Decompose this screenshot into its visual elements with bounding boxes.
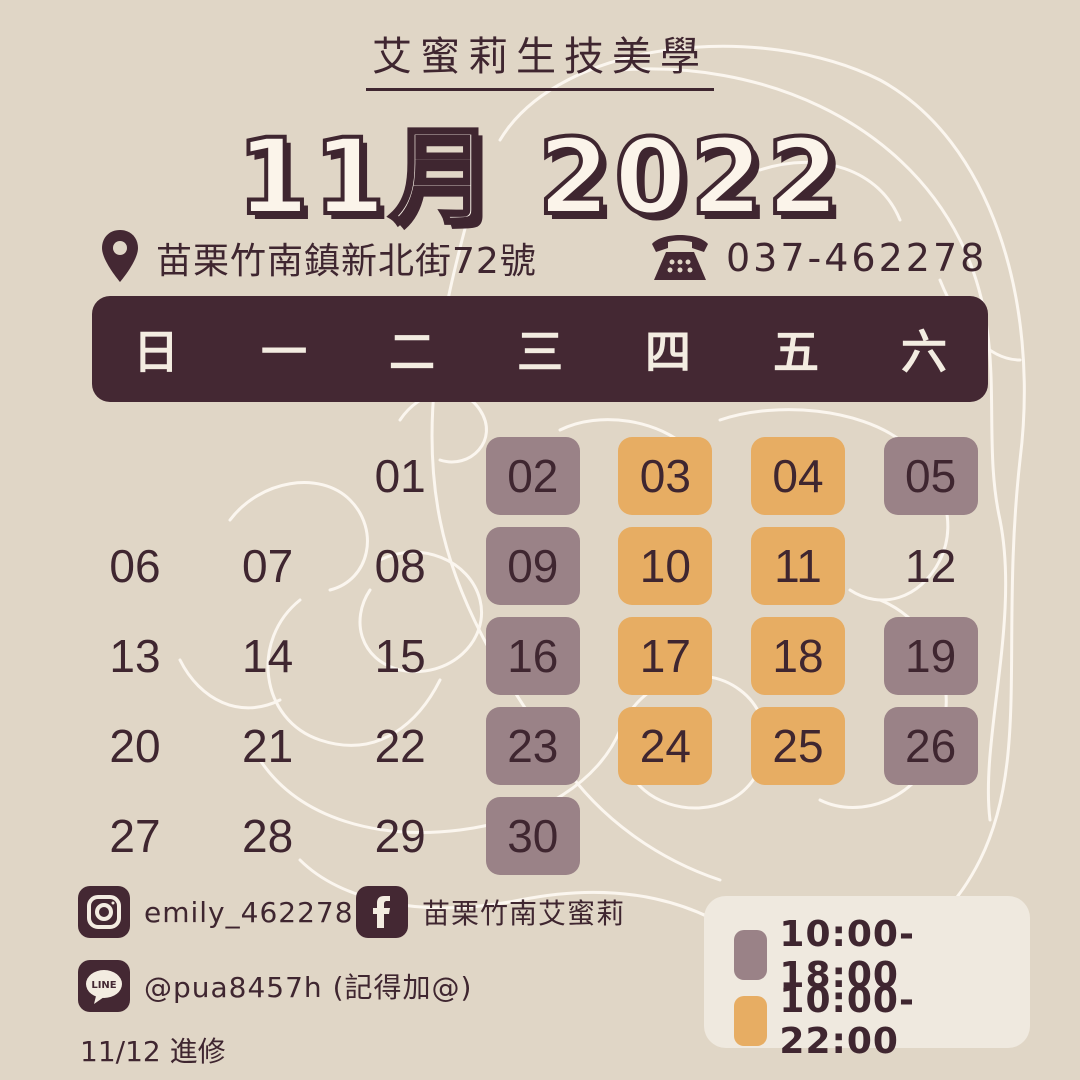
weekday-sat: 六 [901, 325, 947, 379]
instagram-icon [78, 886, 130, 938]
calendar-day-30: 30 [485, 797, 580, 875]
weekday-fri: 五 [773, 325, 819, 379]
calendar-day-08: 08 [374, 540, 426, 592]
brand-text: 艾蜜莉生技美學 [366, 24, 714, 91]
facebook-row[interactable]: 苗栗竹南艾蜜莉 [356, 886, 625, 938]
instagram-row[interactable]: emily_462278 [78, 886, 354, 938]
telephone-icon [648, 228, 712, 288]
calendar-day-02: 02 [485, 437, 580, 515]
calendar-day-19: 19 [883, 617, 978, 695]
weekday-thu: 四 [645, 325, 691, 379]
legend-swatch-day [734, 930, 768, 980]
address-text: 苗栗竹南鎮新北街72號 [156, 241, 537, 282]
legend-swatch-evening [734, 996, 768, 1046]
calendar-day-03: 03 [618, 437, 713, 515]
calendar-day-17: 17 [618, 617, 713, 695]
calendar-day-16: 16 [485, 617, 580, 695]
calendar-day-12: 12 [905, 540, 957, 592]
hours-legend: 10:00-18:00 10:00-22:00 [704, 896, 1030, 1062]
calendar-day-29: 29 [374, 810, 426, 862]
facebook-page-name: 苗栗竹南艾蜜莉 [422, 897, 626, 930]
phone-number[interactable]: 037-462278 [726, 236, 987, 280]
calendar-day-10: 10 [618, 527, 713, 605]
instagram-handle: emily_462278 [144, 895, 354, 929]
facebook-icon [356, 886, 408, 938]
line-badge-text: LINE [91, 980, 116, 991]
calendar-day-25: 25 [751, 707, 845, 785]
weekday-header: 日 一 二 三 四 五 六 [92, 296, 988, 402]
brand-name: 艾蜜莉生技美學 [0, 24, 1080, 91]
calendar-day-24: 24 [618, 707, 713, 785]
address-row: 苗栗竹南鎮新北街72號 [100, 228, 537, 288]
calendar-day-01: 01 [374, 450, 426, 502]
calendar-day-20: 20 [109, 720, 161, 772]
phone-row: 037-462278 [648, 228, 987, 288]
calendar-day-07: 07 [242, 540, 294, 592]
calendar-day-04: 04 [751, 437, 845, 515]
calendar-day-21: 21 [242, 720, 294, 772]
line-icon: LINE [78, 960, 130, 1012]
calendar-day-13: 13 [109, 630, 161, 682]
legend-evening-hours: 10:00-22:00 [779, 980, 915, 1062]
month-title: 11月 2022 [235, 114, 844, 240]
line-id: @pua8457h (記得加@) [144, 971, 473, 1004]
calendar-day-09: 09 [485, 527, 580, 605]
calendar-day-15: 15 [374, 630, 426, 682]
weekday-tue: 二 [389, 325, 435, 379]
calendar-day-22: 22 [374, 720, 426, 772]
weekday-sun: 日 [133, 325, 179, 379]
calendar-day-28: 28 [242, 810, 294, 862]
weekday-mon: 一 [261, 325, 307, 379]
map-pin-icon [100, 228, 140, 288]
calendar-day-05: 05 [883, 437, 978, 515]
weekday-wed: 三 [517, 325, 563, 379]
calendar-day-23: 23 [485, 707, 580, 785]
schedule-note: 11/12 進修 [80, 1035, 226, 1068]
calendar-day-18: 18 [751, 617, 845, 695]
calendar-day-27: 27 [109, 810, 161, 862]
calendar-day-14: 14 [242, 630, 294, 682]
calendar-day-26: 26 [883, 707, 978, 785]
legend-evening: 10:00-22:00 [734, 980, 1030, 1062]
line-row[interactable]: LINE @pua8457h (記得加@) [78, 960, 472, 1012]
calendar-day-11: 11 [751, 527, 845, 605]
calendar-day-06: 06 [109, 540, 161, 592]
